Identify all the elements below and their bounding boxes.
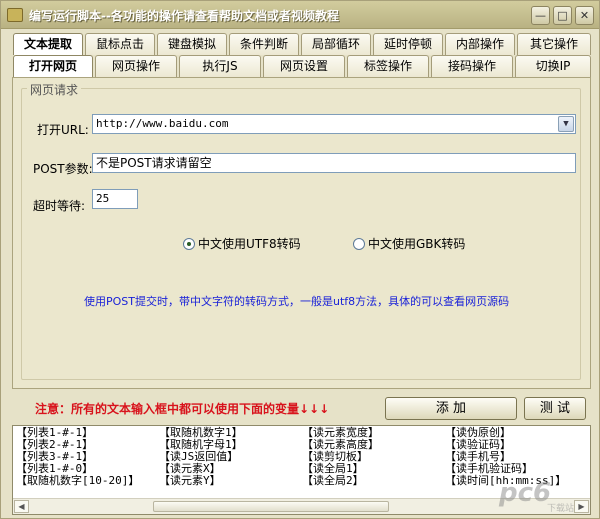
chevron-down-icon[interactable]: ▼ [558,116,574,132]
watermark-logo: pc6 下载站 [498,478,574,514]
url-label: 打开URL: [37,123,89,137]
title-bar[interactable]: 编写运行脚本--各功能的操作请查看帮助文档或者视频教程 — □ ✕ [1,1,599,29]
svg-text:pc6: pc6 [498,478,551,508]
tab-panel: 网页请求 打开URL: http://www.baidu.com ▼ POST参… [12,77,591,389]
scroll-left-icon[interactable]: ◀ [14,500,29,513]
add-button[interactable]: 添 加 [385,397,517,420]
radio-selected-icon [183,238,195,250]
tab-delay[interactable]: 延时停顿 [373,33,443,55]
tab-web-operation[interactable]: 网页操作 [95,55,177,77]
encoding-hint: 使用POST提交时，带中文字符的转码方式，一般是utf8方法，具体的可以查看网页… [84,295,510,308]
tab-web-settings[interactable]: 网页设置 [263,55,345,77]
test-button[interactable]: 测 试 [524,397,586,420]
post-params-input[interactable]: 不是POST请求请留空 [92,153,576,173]
variable-item[interactable]: 【读元素Y】 [159,475,243,487]
close-button[interactable]: ✕ [575,6,594,25]
variables-column-1: 【列表1-#-1】 【列表2-#-1】 【列表3-#-1】 【列表1-#-0】 … [16,427,139,487]
radio-utf8-label: 中文使用UTF8转码 [198,237,301,251]
tab-mouse-click[interactable]: 鼠标点击 [85,33,155,55]
scrollbar-thumb[interactable] [153,501,389,512]
variable-item[interactable]: 【取随机数字[10-20]】 [16,475,139,487]
variables-column-3: 【读元素宽度】 【读元素高度】 【读剪切板】 【读全局1】 【读全局2】 [302,427,379,487]
tab-code-receive[interactable]: 接码操作 [431,55,513,77]
radio-utf8[interactable]: 中文使用UTF8转码 [183,235,301,252]
primary-tab-bar: 文本提取 鼠标点击 键盘模拟 条件判断 局部循环 延时停顿 内部操作 其它操作 [13,33,591,55]
tab-text-extract[interactable]: 文本提取 [13,33,83,55]
variables-column-2: 【取随机数字1】 【取随机字母1】 【读JS返回值】 【读元素X】 【读元素Y】 [159,427,243,487]
tab-switch-ip[interactable]: 切换IP [515,55,591,77]
tab-tag-operation[interactable]: 标签操作 [347,55,429,77]
maximize-button[interactable]: □ [553,6,572,25]
tab-internal-op[interactable]: 内部操作 [445,33,515,55]
tab-local-loop[interactable]: 局部循环 [301,33,371,55]
minimize-button[interactable]: — [531,6,550,25]
radio-gbk[interactable]: 中文使用GBK转码 [353,235,465,252]
tab-other-op[interactable]: 其它操作 [517,33,591,55]
app-icon [7,8,23,22]
variable-item[interactable]: 【读全局2】 [302,475,379,487]
radio-gbk-label: 中文使用GBK转码 [368,237,466,251]
secondary-tab-bar: 打开网页 网页操作 执行JS 网页设置 标签操作 接码操作 切换IP [13,55,591,77]
main-window: 编写运行脚本--各功能的操作请查看帮助文档或者视频教程 — □ ✕ 文本提取 鼠… [0,0,600,519]
url-value: http://www.baidu.com [96,117,229,130]
radio-unselected-icon [353,238,365,250]
timeout-label: 超时等待: [33,199,86,213]
tab-condition[interactable]: 条件判断 [229,33,299,55]
tab-execute-js[interactable]: 执行JS [179,55,261,77]
url-combobox[interactable]: http://www.baidu.com ▼ [92,114,576,134]
tab-keyboard-sim[interactable]: 键盘模拟 [157,33,227,55]
timeout-input[interactable]: 25 [92,189,138,209]
variables-warning: 注意：所有的文本输入框中都可以使用下面的变量↓↓↓ [35,402,330,416]
svg-text:下载站: 下载站 [547,502,574,514]
window-title: 编写运行脚本--各功能的操作请查看帮助文档或者视频教程 [29,9,339,23]
group-legend: 网页请求 [27,81,82,98]
post-params-label: POST参数: [33,162,93,176]
tab-open-webpage[interactable]: 打开网页 [13,55,93,77]
